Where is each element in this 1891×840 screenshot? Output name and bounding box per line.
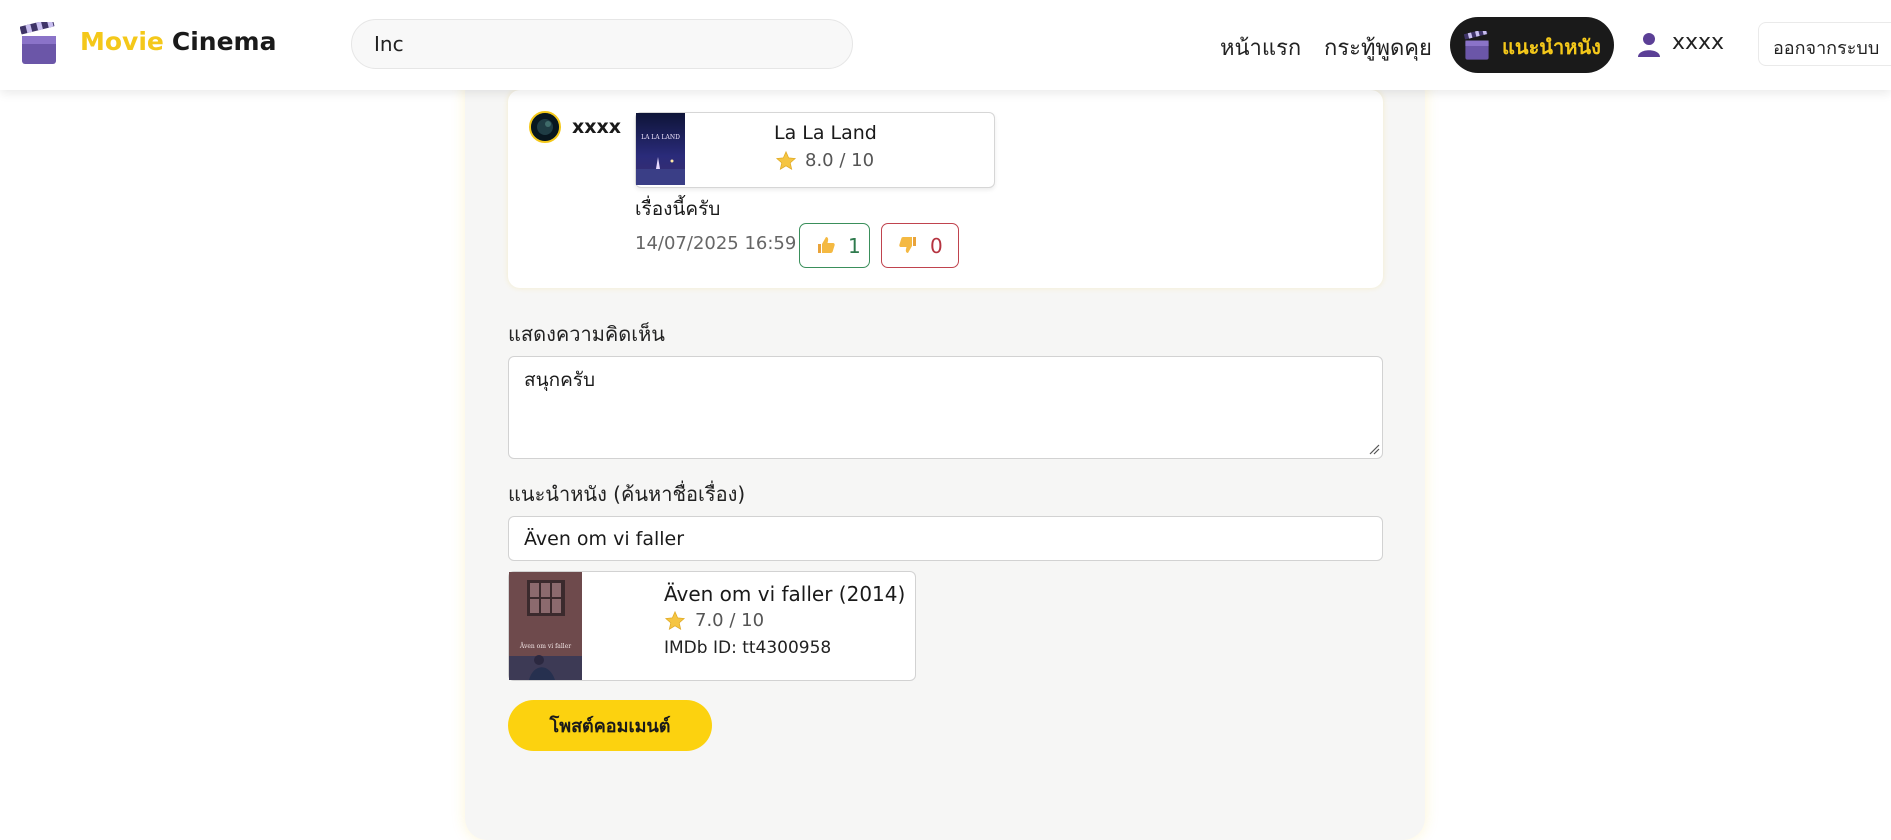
top-navbar: MovieCinema หน้าแรก กระทู้พูดคุย แนะนำหน… <box>0 0 1891 90</box>
star-icon <box>664 610 686 631</box>
nav-recommend-label: แนะนำหนัง <box>1502 35 1601 59</box>
user-icon <box>1638 33 1660 57</box>
resize-handle-icon[interactable] <box>1368 443 1380 455</box>
dislike-button[interactable]: 0 <box>881 223 959 268</box>
movie-search-label: แนะนำหนัง (ค้นหาชื่อเรื่อง) <box>508 482 746 506</box>
comment-text: เรื่องนี้ครับ <box>635 198 721 220</box>
brand-first-word: Movie <box>80 27 164 56</box>
nav-recommend-button[interactable]: แนะนำหนัง <box>1450 17 1614 73</box>
recommended-movie-title: La La Land <box>774 122 877 144</box>
nav-home-link[interactable]: หน้าแรก <box>1220 30 1301 65</box>
star-icon <box>775 150 797 171</box>
dislike-count: 0 <box>930 234 943 258</box>
recommended-movie-rating: 8.0 / 10 <box>805 150 875 171</box>
avatar-image <box>531 113 559 141</box>
comment-timestamp: 14/07/2025 16:59 <box>635 233 797 254</box>
brand-logo-text[interactable]: Movie Cinema <box>80 27 276 56</box>
nav-forum-link[interactable]: กระทู้พูดคุย <box>1324 30 1432 65</box>
like-count: 1 <box>848 234 861 258</box>
post-comment-button[interactable]: โพสต์คอมเมนต์ <box>508 700 712 751</box>
comment-author[interactable]: xxxx <box>572 116 621 138</box>
comment-textarea[interactable]: สนุกครับ <box>508 356 1383 459</box>
search-result-imdb-id: IMDb ID: tt4300958 <box>664 638 832 658</box>
thumbs-down-icon <box>899 237 916 253</box>
clapperboard-icon[interactable] <box>20 22 58 66</box>
user-name[interactable]: xxxx <box>1672 30 1724 55</box>
poster-title-text: Även om vi faller <box>519 643 571 650</box>
like-button[interactable]: 1 <box>799 223 870 268</box>
movie-search-input[interactable] <box>508 516 1383 561</box>
avatar[interactable] <box>529 111 561 143</box>
logout-button[interactable]: ออกจากระบบ <box>1758 22 1891 66</box>
search-result-rating: 7.0 / 10 <box>695 610 765 631</box>
brand-second-word: Cinema <box>171 27 277 56</box>
search-result-title: Även om vi faller (2014) <box>664 582 906 606</box>
search-input[interactable] <box>351 19 853 69</box>
movie-poster-image: Även om vi faller <box>509 572 582 680</box>
poster-title-text: LA LA LAND <box>641 134 680 141</box>
clapperboard-icon <box>1464 31 1489 60</box>
comment-field-label: แสดงความคิดเห็น <box>508 322 665 346</box>
thumbs-up-icon <box>818 237 835 253</box>
movie-poster-image: LA LA LAND <box>636 113 685 185</box>
